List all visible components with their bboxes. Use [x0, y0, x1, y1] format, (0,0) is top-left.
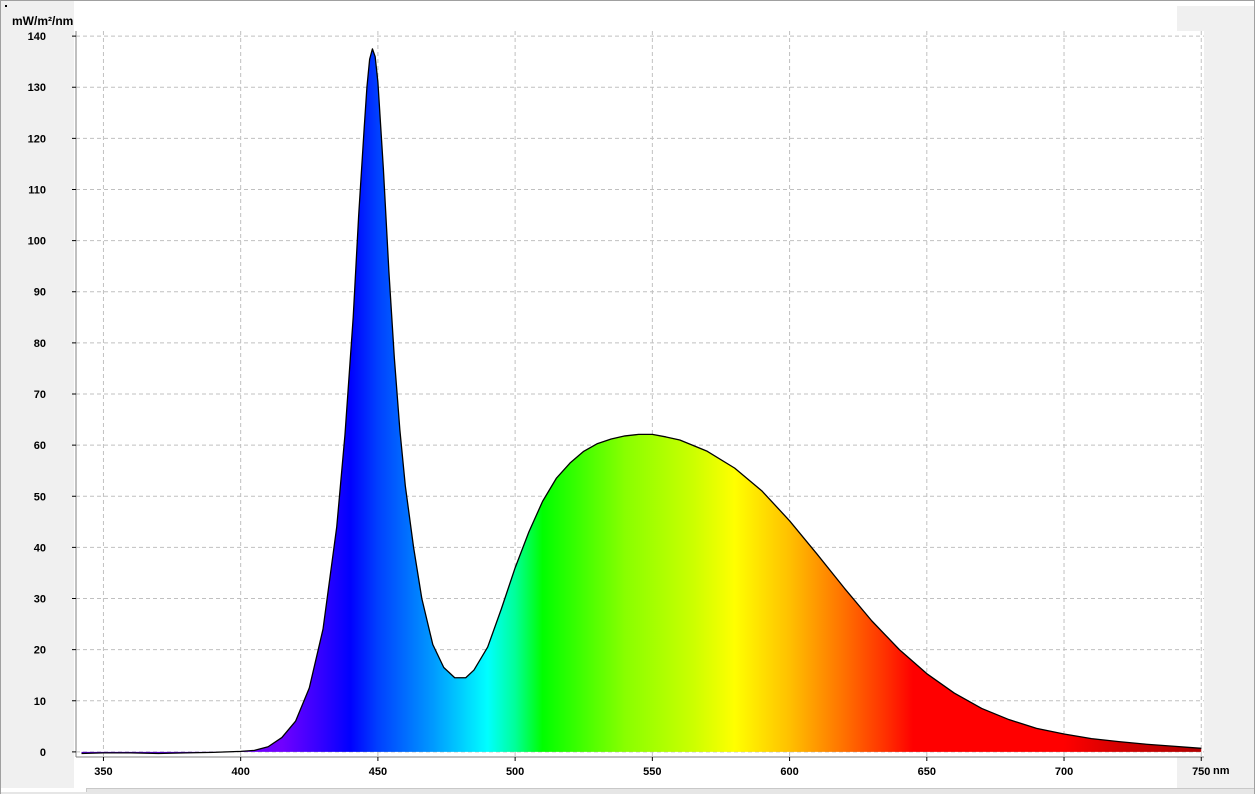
- x-tick-label: 500: [506, 766, 524, 778]
- y-tick-label: 130: [28, 82, 46, 94]
- spectrum-chart: 350 400 450 500 550 600 650 700 750 0 10 20 30 40 50 60…: [28, 31, 1210, 778]
- y-tick-label: 20: [34, 645, 46, 657]
- y-tick-label: 120: [28, 133, 46, 145]
- y-tick-label: 140: [28, 31, 46, 43]
- x-tick-label: 400: [231, 766, 249, 778]
- status-strip: [1, 788, 1254, 794]
- y-tick-label: 60: [34, 440, 46, 452]
- y-tick-label: 30: [34, 594, 46, 606]
- x-tick-label: 550: [643, 766, 661, 778]
- y-tick-label: 110: [28, 184, 46, 196]
- y-tick-label: 90: [34, 287, 46, 299]
- y-tick-label: 80: [34, 338, 46, 350]
- y-tick-label: 10: [34, 696, 46, 708]
- x-tick-label: 450: [369, 766, 387, 778]
- status-tab: [1, 788, 87, 792]
- x-tick-label: 650: [918, 766, 936, 778]
- y-tick-label: 40: [34, 542, 46, 554]
- y-tick-label: 100: [28, 236, 46, 248]
- x-tick-label: 350: [94, 766, 112, 778]
- y-tick-label: 70: [34, 389, 46, 401]
- spectrum-window: mW/m²/nm nm 350 400 450 500 550 600 650 700 750 0…: [0, 0, 1255, 794]
- y-tick-label: 0: [40, 747, 46, 759]
- x-tick-label: 750: [1192, 766, 1210, 778]
- y-tick-label: 50: [34, 491, 46, 503]
- x-tick-label: 700: [1055, 766, 1073, 778]
- x-tick-label: 600: [780, 766, 798, 778]
